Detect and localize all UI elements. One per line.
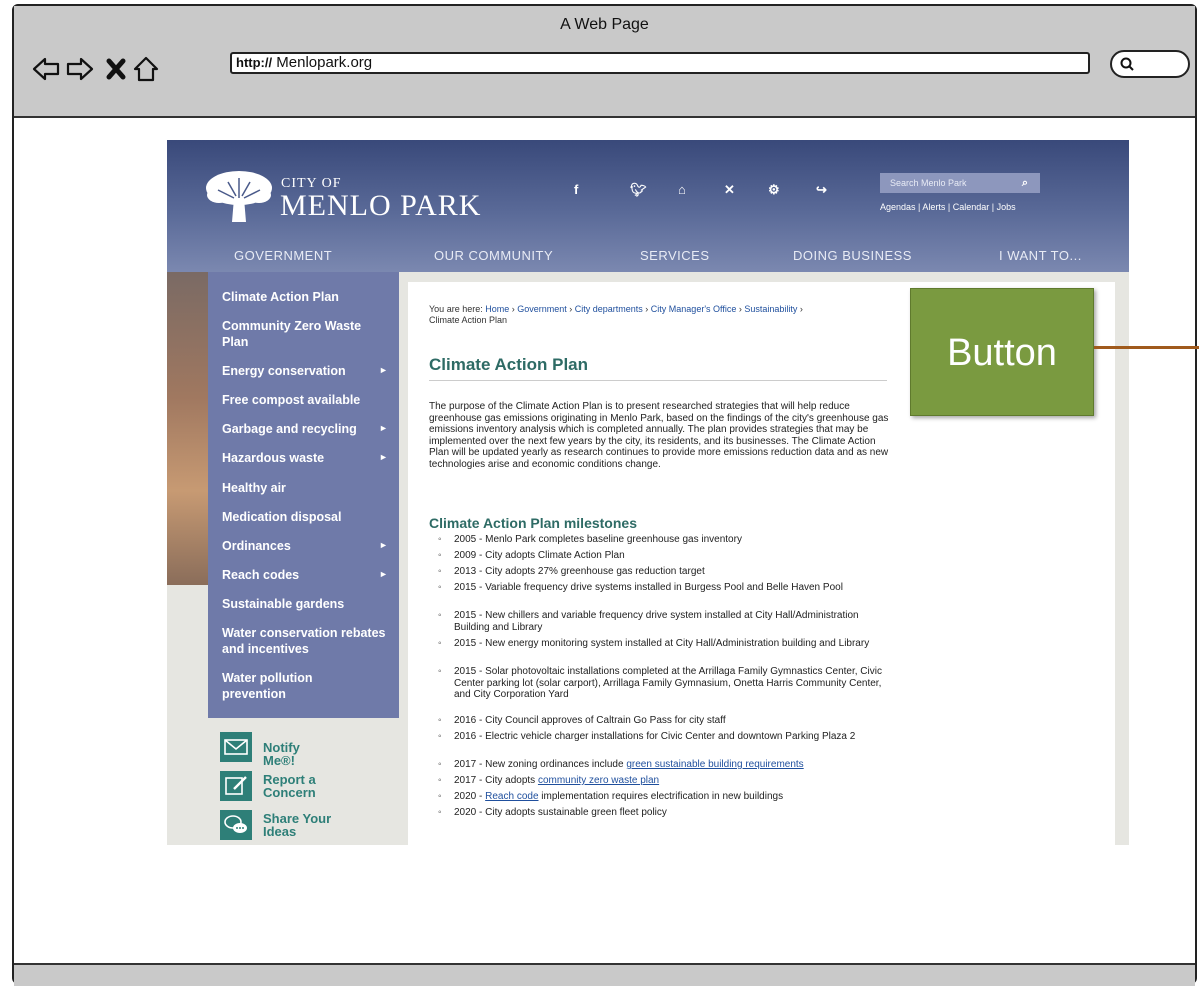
twitter-icon[interactable]: 🐦︎ <box>630 182 647 198</box>
forward-arrow-icon[interactable] <box>66 56 94 82</box>
site-search-input[interactable]: Search Menlo Park ⌕ <box>880 173 1040 193</box>
main-nav: GOVERNMENT OUR COMMUNITY SERVICES DOING … <box>167 240 1129 272</box>
nav-i-want-to[interactable]: I WANT TO... <box>999 248 1082 263</box>
sidebar-item-medication-disposal[interactable]: Medication disposal <box>222 509 341 525</box>
breadcrumb-city-managers-office[interactable]: City Manager's Office <box>651 304 737 314</box>
sidebar-item-community-zero-waste-plan[interactable]: Community Zero Waste Plan <box>222 318 372 350</box>
milestone-item: 2009 - City adopts Climate Action Plan <box>438 550 894 562</box>
milestone-item: 2013 - City adopts 27% greenhouse gas re… <box>438 566 894 578</box>
site-header: CITY OF MENLO PARK f 🐦︎ ⌂ ✕ ⚙ ↪ Search M… <box>167 140 1129 272</box>
background-photo <box>167 272 208 585</box>
quick-links[interactable]: Agendas | Alerts | Calendar | Jobs <box>880 202 1016 212</box>
status-bar <box>14 963 1195 986</box>
green-building-link[interactable]: green sustainable building requirements <box>626 759 803 770</box>
url-protocol: http:// <box>236 55 273 70</box>
milestone-text: 2017 - City adopts <box>454 775 538 786</box>
home-icon[interactable] <box>132 56 160 82</box>
sidebar-item-water-conservation[interactable]: Water conservation rebates and incentive… <box>222 625 392 657</box>
share-ideas-label: Share Your Ideas <box>263 811 332 839</box>
search-icon <box>1120 57 1134 71</box>
zero-waste-plan-link[interactable]: community zero waste plan <box>538 775 659 786</box>
milestone-text: 2020 - <box>454 791 486 802</box>
x-icon[interactable]: ✕ <box>724 182 735 198</box>
address-bar[interactable]: http:// Menlopark.org <box>230 52 1090 74</box>
overlay-button[interactable]: Button <box>910 288 1094 416</box>
sidebar-item-healthy-air[interactable]: Healthy air <box>222 480 286 496</box>
url-text: Menlopark.org <box>276 54 373 71</box>
breadcrumb-city-departments[interactable]: City departments <box>575 304 643 314</box>
sidebar-item-water-pollution[interactable]: Water pollution prevention <box>222 670 372 702</box>
breadcrumb-current: Climate Action Plan <box>429 315 508 325</box>
envelope-icon <box>220 732 252 762</box>
milestone-item: 2016 - City Council approves of Caltrain… <box>438 715 894 727</box>
milestone-item: 2015 - Solar photovoltaic installations … <box>438 666 894 701</box>
sidebar-item-climate-action-plan[interactable]: Climate Action Plan <box>222 289 339 305</box>
sidebar-item-free-compost[interactable]: Free compost available <box>222 392 360 408</box>
milestone-item: 2017 - City adopts community zero waste … <box>438 775 894 787</box>
chevron-right-icon: ► <box>379 365 388 375</box>
nav-government[interactable]: GOVERNMENT <box>234 248 332 263</box>
share-icon[interactable]: ↪ <box>816 182 827 198</box>
milestone-item: 2016 - Electric vehicle charger installa… <box>438 731 894 743</box>
breadcrumb: You are here: Home › Government › City d… <box>429 304 803 325</box>
sidebar-item-sustainable-gardens[interactable]: Sustainable gardens <box>222 596 344 612</box>
page-title: Climate Action Plan <box>429 355 589 374</box>
browser-toolbar: A Web Page http:// Menlopark.org <box>14 6 1195 118</box>
breadcrumb-government[interactable]: Government <box>517 304 567 314</box>
sidebar-item-ordinances[interactable]: Ordinances <box>222 538 291 554</box>
breadcrumb-prefix: You are here: <box>429 304 486 314</box>
sidebar-nav: Climate Action Plan Community Zero Waste… <box>208 272 399 718</box>
connector-line <box>1094 346 1199 349</box>
notify-me-label: Notify Me®! <box>263 740 300 768</box>
facebook-icon[interactable]: f <box>574 182 578 197</box>
sidebar-item-hazardous-waste[interactable]: Hazardous waste <box>222 450 324 466</box>
milestones-heading: Climate Action Plan milestones <box>429 515 637 531</box>
breadcrumb-home[interactable]: Home <box>485 304 509 314</box>
settings-icon[interactable]: ⚙ <box>768 182 780 198</box>
chevron-right-icon: ► <box>379 569 388 579</box>
intro-paragraph: The purpose of the Climate Action Plan i… <box>429 401 889 470</box>
chevron-right-icon: ► <box>379 452 388 462</box>
site-search-placeholder: Search Menlo Park <box>890 178 967 188</box>
sidebar-item-energy-conservation[interactable]: Energy conservation <box>222 363 346 379</box>
logo-menlo-park: MENLO PARK <box>280 189 482 222</box>
milestone-item: 2015 - New energy monitoring system inst… <box>438 638 894 650</box>
milestone-item: 2020 - City adopts sustainable green fle… <box>438 807 894 819</box>
chevron-right-icon: ► <box>379 540 388 550</box>
milestone-text: 2017 - New zoning ordinances include <box>454 759 627 770</box>
search-icon[interactable]: ⌕ <box>1022 173 1028 193</box>
chevron-right-icon: ► <box>379 423 388 433</box>
nav-doing-business[interactable]: DOING BUSINESS <box>793 248 912 263</box>
milestone-item: 2015 - New chillers and variable frequen… <box>438 610 894 633</box>
milestone-item: 2020 - Reach code implementation require… <box>438 791 894 803</box>
back-arrow-icon[interactable] <box>32 56 60 82</box>
milestone-item: 2005 - Menlo Park completes baseline gre… <box>438 534 894 546</box>
oak-tree-logo-icon[interactable] <box>204 168 274 224</box>
sidebar-item-reach-codes[interactable]: Reach codes <box>222 567 299 583</box>
nav-our-community[interactable]: OUR COMMUNITY <box>434 248 553 263</box>
edit-icon <box>220 771 252 801</box>
website-viewport: CITY OF MENLO PARK f 🐦︎ ⌂ ✕ ⚙ ↪ Search M… <box>167 140 1129 845</box>
report-concern-label: Report a Concern <box>263 772 316 800</box>
milestone-item: 2015 - Variable frequency drive systems … <box>438 582 894 594</box>
browser-search-box[interactable] <box>1110 50 1190 78</box>
nav-services[interactable]: SERVICES <box>640 248 710 263</box>
title-divider <box>429 380 887 381</box>
milestone-item: 2017 - New zoning ordinances include gre… <box>438 759 894 771</box>
chat-bubbles-icon <box>220 810 252 840</box>
window-title: A Web Page <box>560 16 649 33</box>
breadcrumb-sustainability[interactable]: Sustainability <box>744 304 797 314</box>
reach-code-link[interactable]: Reach code <box>485 791 538 802</box>
nextdoor-icon[interactable]: ⌂ <box>678 182 686 197</box>
sidebar-item-garbage-recycling[interactable]: Garbage and recycling <box>222 421 357 437</box>
milestone-text: implementation requires electrification … <box>538 791 784 802</box>
stop-icon[interactable] <box>102 56 130 82</box>
